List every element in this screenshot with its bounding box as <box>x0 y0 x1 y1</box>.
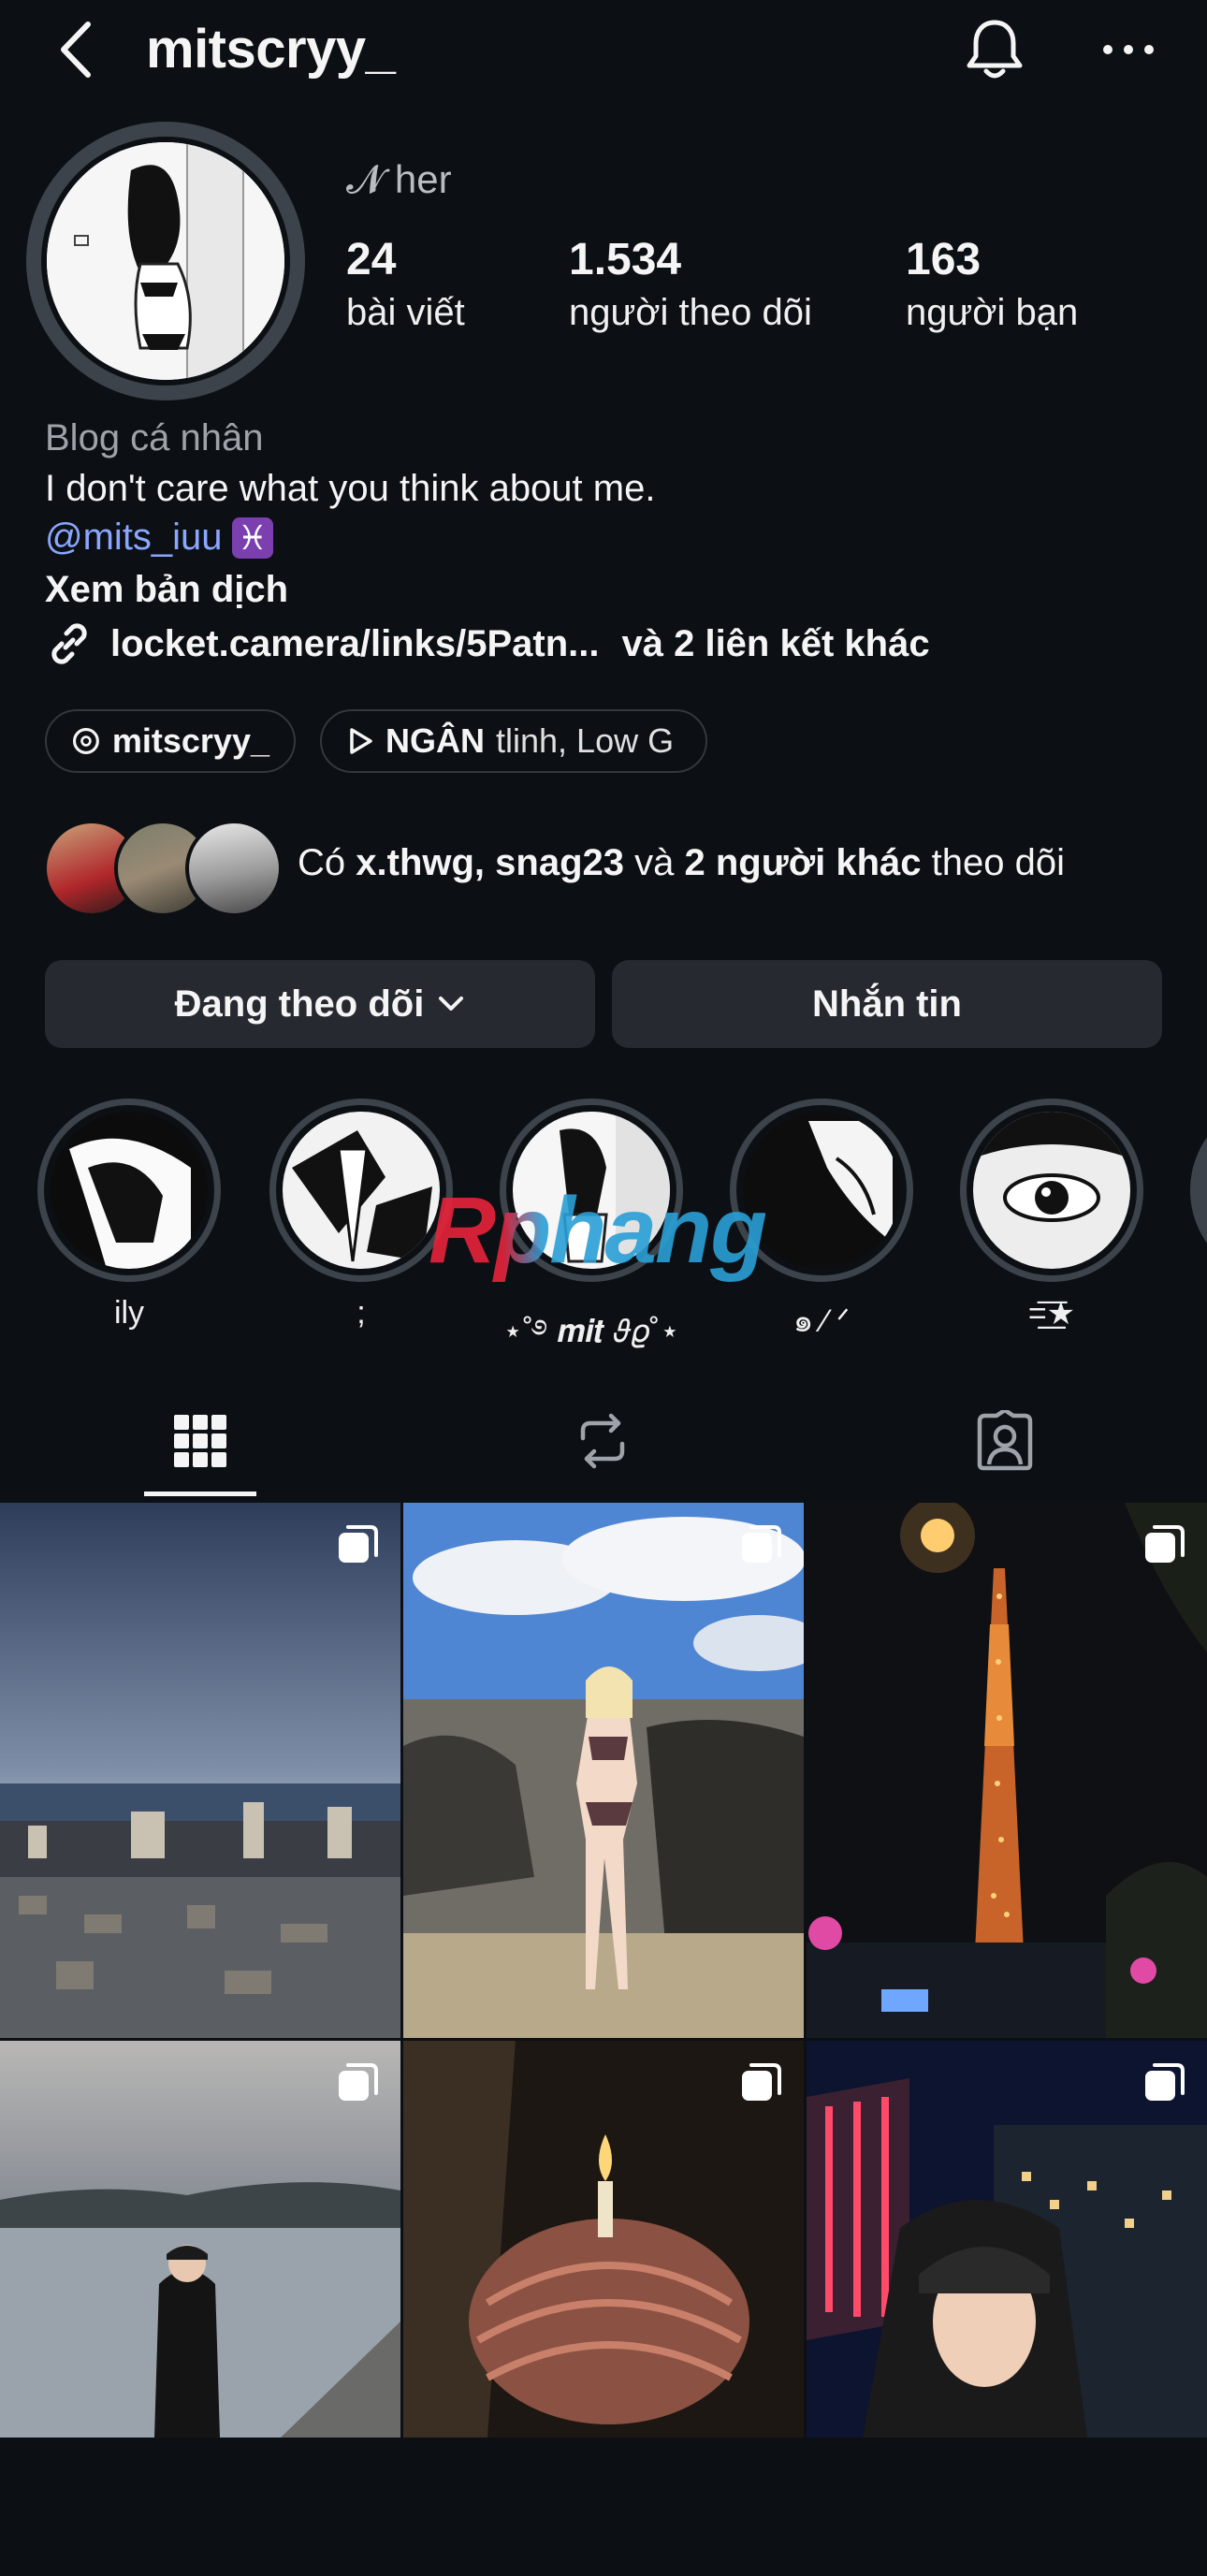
more-options-button[interactable] <box>1100 26 1156 73</box>
posts-count[interactable]: 24 <box>346 234 396 285</box>
threads-username: mitscryy_ <box>111 721 269 760</box>
watermark: Rphang <box>429 1178 767 1283</box>
see-translation-link[interactable]: Xem bản dịch <box>45 569 288 611</box>
post-thumbnail[interactable] <box>0 2041 400 2576</box>
bell-icon <box>967 20 1023 79</box>
avatar <box>185 820 283 917</box>
story-highlight-partial[interactable] <box>1190 1099 1207 1282</box>
tab-posts-grid[interactable] <box>163 1404 238 1478</box>
friends-count[interactable]: 163 <box>906 234 981 285</box>
mutual-followers-avatars[interactable] <box>43 820 283 917</box>
bio-links-row[interactable]: locket.camera/links/5Patn... và 2 liên k… <box>45 619 930 668</box>
tab-reposts[interactable] <box>565 1404 640 1478</box>
message-button[interactable]: Nhắn tin <box>612 960 1162 1048</box>
post-thumbnail[interactable] <box>807 1503 1207 2038</box>
profile-avatar[interactable] <box>26 122 305 400</box>
music-artist: tlinh, Low G <box>496 721 675 760</box>
highlight-label: =͟͟͞★ <box>1027 1296 1076 1332</box>
play-icon <box>350 728 372 754</box>
carousel-icon <box>1145 1525 1185 1563</box>
profile-username: mitscryy_ <box>146 19 396 80</box>
story-highlight[interactable]: =͟͟͞★ <box>960 1099 1143 1332</box>
back-button[interactable] <box>54 17 101 82</box>
notifications-button[interactable] <box>964 17 1025 82</box>
carousel-icon <box>742 2063 781 2101</box>
bio-link-text[interactable]: locket.camera/links/5Patn... <box>110 623 599 665</box>
highlight-label: ; <box>356 1295 366 1331</box>
pisces-emoji: ♓ <box>231 517 273 559</box>
followers-label[interactable]: người theo dõi <box>569 292 812 334</box>
bio-mention-link[interactable]: @mits_iuu <box>45 517 223 558</box>
more-horizontal-icon <box>1103 45 1154 54</box>
post-thumbnail[interactable] <box>0 1503 400 2038</box>
highlight-label: ily <box>113 1295 145 1331</box>
mutual-followers-text[interactable]: Có x.thwg, snag23 và 2 người khác theo d… <box>298 842 1065 884</box>
tab-tagged[interactable] <box>967 1404 1042 1478</box>
avatar-image <box>47 142 284 380</box>
bio-mention-row: @mits_iuu ♓ <box>45 517 273 559</box>
link-icon <box>51 623 87 664</box>
bio-more-links[interactable]: và 2 liên kết khác <box>621 623 929 665</box>
post-thumbnail[interactable] <box>807 2041 1207 2576</box>
bio-text: I don't care what you think about me. <box>45 468 656 509</box>
profile-display-name: 𝓝 her <box>346 157 452 201</box>
story-highlight[interactable]: ily <box>37 1099 221 1332</box>
threads-chip[interactable]: mitscryy_ <box>45 709 296 773</box>
following-button[interactable]: Đang theo dõi <box>45 960 595 1048</box>
tagged-person-icon <box>977 1410 1033 1471</box>
chevron-left-icon <box>61 22 91 78</box>
friends-label[interactable]: người bạn <box>906 292 1078 334</box>
carousel-icon <box>1145 2063 1185 2101</box>
carousel-icon <box>339 2063 378 2101</box>
post-thumbnail[interactable] <box>403 2041 804 2576</box>
threads-icon <box>72 728 99 754</box>
carousel-icon <box>339 1525 378 1563</box>
post-thumbnail[interactable] <box>403 1503 804 2038</box>
posts-label[interactable]: bài viết <box>346 292 465 334</box>
highlight-label: ⋆˚࿔ 𝒎𝒊𝒕 𝜗𝜚˚⋆ <box>502 1314 680 1349</box>
story-highlight[interactable]: ; <box>269 1099 453 1332</box>
carousel-icon <box>742 1525 781 1563</box>
grid-icon <box>174 1415 226 1467</box>
profile-category: Blog cá nhân <box>45 417 264 458</box>
highlight-label: ๑ ⁄ ᐟ <box>793 1303 851 1339</box>
music-chip[interactable]: NGÂN tlinh, Low G <box>320 709 707 773</box>
chevron-down-icon <box>439 997 464 1011</box>
followers-count[interactable]: 1.534 <box>569 234 681 285</box>
repost-icon <box>580 1413 625 1469</box>
active-tab-indicator <box>144 1492 256 1496</box>
music-title: NGÂN <box>385 721 485 760</box>
